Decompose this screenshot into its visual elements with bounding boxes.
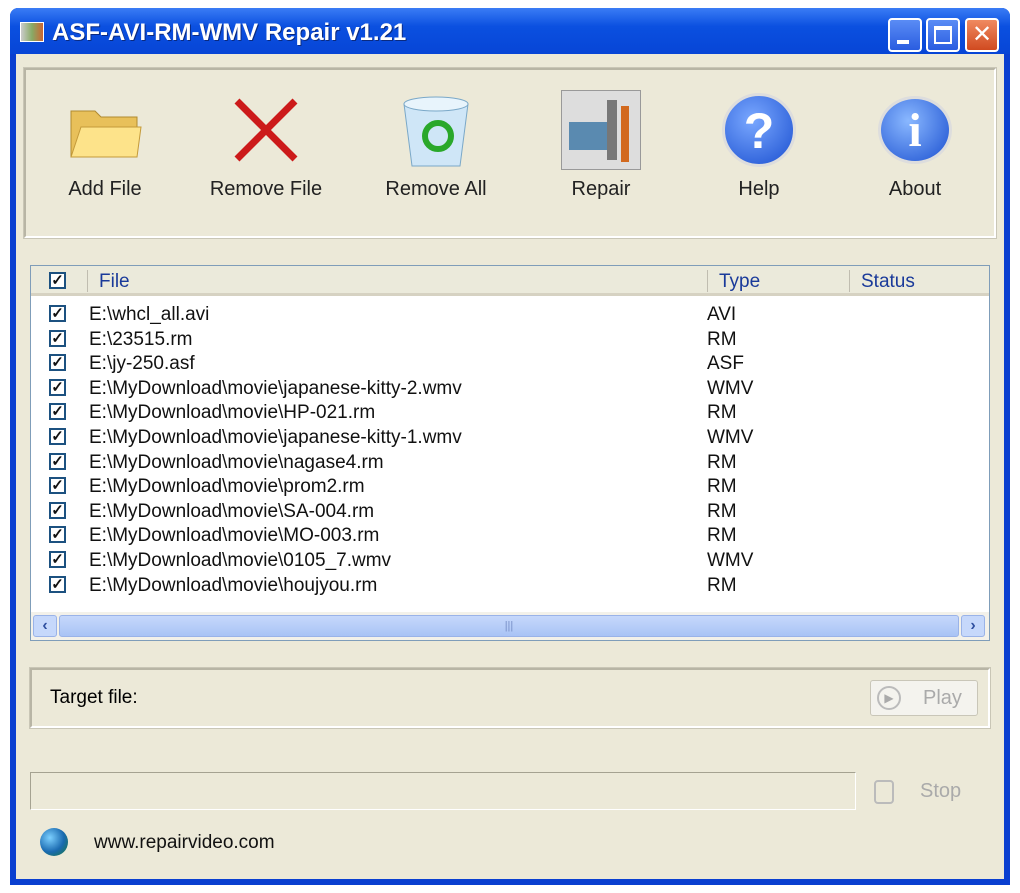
file-path: E:\MyDownload\movie\nagase4.rm [89, 451, 384, 473]
table-row[interactable]: ✓ E:\MyDownload\movie\prom2.rm RM [31, 474, 989, 498]
table-row[interactable]: ✓ E:\23515.rm RM [31, 327, 989, 351]
remove-all-label: Remove All [385, 178, 487, 200]
row-checkbox[interactable]: ✓ [49, 354, 66, 372]
table-row[interactable]: ✓ E:\MyDownload\movie\HP-021.rm RM [31, 400, 989, 424]
globe-icon [40, 828, 68, 856]
window-title: ASF-AVI-RM-WMV Repair v1.21 [52, 19, 407, 46]
scroll-right-button[interactable]: › [961, 615, 985, 637]
help-button[interactable]: ? Help [694, 90, 824, 201]
row-checkbox[interactable]: ✓ [49, 329, 66, 347]
table-row[interactable]: ✓ E:\MyDownload\movie\0105_7.wmv WMV [31, 548, 989, 572]
row-checkbox[interactable]: ✓ [49, 452, 66, 470]
horizontal-scrollbar[interactable]: ‹ ||| › [31, 612, 989, 640]
progress-bar [30, 772, 856, 810]
row-checkbox[interactable]: ✓ [49, 477, 66, 495]
stop-icon [874, 780, 894, 804]
scroll-left-button[interactable]: ‹ [33, 615, 57, 637]
table-row[interactable]: ✓ E:\jy-250.asf ASF [31, 351, 989, 375]
file-type: RM [707, 574, 737, 596]
help-icon: ? [719, 90, 799, 170]
row-checkbox[interactable]: ✓ [49, 526, 66, 544]
column-status[interactable]: Status [861, 271, 915, 293]
play-label: Play [923, 687, 962, 709]
file-path: E:\MyDownload\movie\japanese-kitty-2.wmv [89, 377, 462, 399]
file-type: AVI [707, 304, 737, 325]
toolbar: Add File Remove File Remove All Repair ?… [23, 67, 997, 239]
file-path: E:\MyDownload\movie\0105_7.wmv [89, 550, 392, 571]
folder-icon [65, 90, 145, 170]
file-type: WMV [707, 427, 754, 448]
client-area: Add File Remove File Remove All Repair ?… [16, 54, 1004, 879]
file-path: E:\jy-250.asf [89, 353, 195, 375]
remove-all-button[interactable]: Remove All [371, 90, 501, 201]
file-type: RM [707, 500, 737, 522]
file-type: RM [707, 451, 737, 473]
file-type: RM [707, 476, 737, 498]
info-icon: i [875, 90, 955, 170]
table-row[interactable]: ✓ E:\MyDownload\movie\japanese-kitty-1.wm… [31, 425, 989, 449]
file-path: E:\MyDownload\movie\MO-003.rm [89, 525, 380, 547]
stop-label: Stop [920, 780, 962, 802]
minimize-button[interactable] [888, 18, 922, 52]
file-type: RM [707, 525, 737, 547]
add-file-button[interactable]: Add File [40, 90, 170, 201]
row-checkbox[interactable]: ✓ [49, 305, 66, 322]
target-group: Target file: ▶ Play [29, 667, 991, 729]
table-row[interactable]: ✓ E:\MyDownload\movie\nagase4.rm RM [31, 450, 989, 474]
about-label: About [888, 178, 942, 200]
file-path: E:\MyDownload\movie\prom2.rm [89, 476, 365, 498]
maximize-button[interactable] [926, 18, 960, 52]
row-checkbox[interactable]: ✓ [49, 378, 66, 396]
repair-label: Repair [571, 178, 631, 200]
row-checkbox[interactable]: ✓ [49, 403, 66, 421]
title-bar[interactable]: ASF-AVI-RM-WMV Repair v1.21 ✕ [10, 8, 1010, 54]
play-icon: ▶ [877, 686, 901, 710]
file-type: RM [707, 328, 737, 350]
row-checkbox[interactable]: ✓ [49, 575, 66, 593]
repair-button[interactable]: Repair [536, 90, 666, 201]
remove-file-label: Remove File [209, 178, 323, 200]
app-icon [20, 22, 44, 42]
table-row[interactable]: ✓ E:\whcl_all.avi AVI [31, 302, 989, 326]
table-row[interactable]: ✓ E:\MyDownload\movie\japanese-kitty-2.wm… [31, 376, 989, 400]
file-type: ASF [707, 353, 744, 375]
table-row[interactable]: ✓ E:\MyDownload\movie\SA-004.rm RM [31, 499, 989, 523]
target-file-label: Target file: [50, 687, 138, 708]
website-link[interactable]: www.repairvideo.com [94, 832, 275, 854]
column-file[interactable]: File [99, 271, 130, 293]
app-window: ASF-AVI-RM-WMV Repair v1.21 ✕ Add File R… [10, 8, 1010, 885]
file-type: WMV [707, 377, 754, 399]
list-header: ✓ File Type Status [31, 266, 989, 296]
repair-tools-icon [561, 90, 641, 170]
select-all-checkbox[interactable]: ✓ [49, 272, 66, 289]
row-checkbox[interactable]: ✓ [49, 551, 66, 568]
file-type: WMV [707, 550, 754, 571]
row-checkbox[interactable]: ✓ [49, 501, 66, 519]
file-path: E:\MyDownload\movie\houjyou.rm [89, 574, 378, 596]
play-button[interactable]: ▶ Play [870, 680, 978, 716]
file-path: E:\MyDownload\movie\HP-021.rm [89, 402, 376, 424]
recycle-bin-icon [396, 90, 476, 170]
column-type[interactable]: Type [719, 271, 760, 293]
file-path: E:\MyDownload\movie\japanese-kitty-1.wmv [89, 427, 462, 448]
about-button[interactable]: i About [850, 90, 980, 201]
file-list[interactable]: ✓ File Type Status ✓ E:\whcl_all.avi AVI ✓ E… [30, 265, 990, 641]
file-path: E:\whcl_all.avi [89, 304, 210, 325]
table-row[interactable]: ✓ E:\MyDownload\movie\houjyou.rm RM [31, 573, 989, 597]
add-file-label: Add File [68, 178, 142, 200]
table-row[interactable]: ✓ E:\MyDownload\movie\MO-003.rm RM [31, 523, 989, 547]
file-type: RM [707, 402, 737, 424]
close-button[interactable]: ✕ [965, 18, 999, 52]
remove-file-button[interactable]: Remove File [201, 90, 331, 201]
stop-button[interactable]: Stop [874, 778, 974, 808]
scroll-thumb[interactable]: ||| [59, 615, 959, 637]
help-label: Help [738, 178, 780, 200]
file-path: E:\MyDownload\movie\SA-004.rm [89, 500, 375, 522]
file-path: E:\23515.rm [89, 328, 193, 350]
x-icon [226, 90, 306, 170]
row-checkbox[interactable]: ✓ [49, 428, 66, 445]
